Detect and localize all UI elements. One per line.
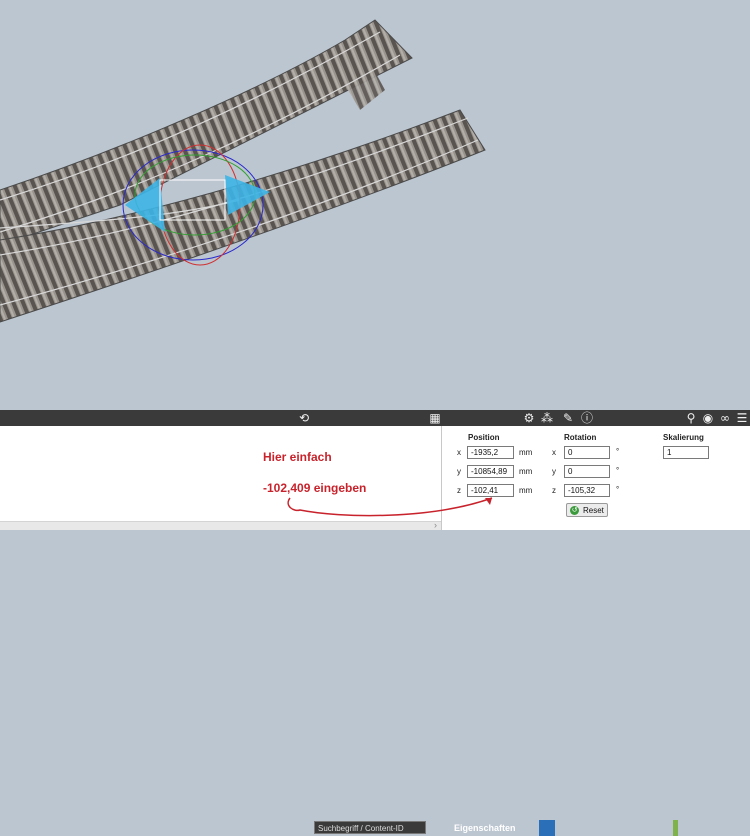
info-icon[interactable]: ⓘ (580, 410, 594, 426)
position-y-field[interactable]: -10854,89 (467, 465, 514, 478)
rotation-z-label: z (552, 486, 556, 495)
pin-icon[interactable]: ⚲ (684, 410, 698, 426)
position-z-field[interactable]: -102,41 (467, 484, 514, 497)
rotation-x-field[interactable]: 0 (564, 446, 610, 459)
tab-gizmo-active[interactable] (539, 820, 555, 836)
reset-icon: ↺ (570, 506, 579, 515)
toolbar: ⟲ Suchbegriff / Content-ID ▦ Eigenschaft… (0, 410, 750, 836)
reset-button[interactable]: ↺ Reset (566, 503, 608, 517)
position-x-label: x (457, 448, 461, 457)
rotation-y-unit: ° (616, 466, 620, 475)
scale-field[interactable]: 1 (663, 446, 709, 459)
rotation-header: Rotation (564, 433, 597, 442)
brush-icon[interactable]: ✎ (561, 410, 575, 426)
refresh-icon[interactable]: ⟲ (297, 410, 311, 426)
position-z-label: z (457, 486, 461, 495)
position-x-field[interactable]: -1935,2 (467, 446, 514, 459)
position-y-unit: mm (519, 467, 533, 476)
tab-properties[interactable]: Eigenschaften (454, 820, 516, 836)
position-z-unit: mm (519, 486, 533, 495)
rotation-z-unit: ° (616, 485, 620, 494)
search-input[interactable]: Suchbegriff / Content-ID (314, 821, 426, 834)
track-scene (0, 19, 486, 323)
gizmo-icon[interactable]: ⁂ (540, 410, 554, 426)
rotation-z-field[interactable]: -105,32 (564, 484, 610, 497)
rotation-x-label: x (552, 448, 556, 457)
position-x-unit: mm (519, 448, 533, 457)
scale-header: Skalierung (663, 433, 704, 442)
menu-icon[interactable]: ☰ (735, 410, 749, 426)
gear-icon[interactable]: ⚙ (522, 410, 536, 426)
annotation-line1: Hier einfach (263, 450, 332, 464)
rotation-x-unit: ° (616, 447, 620, 456)
panel-separator (673, 820, 678, 836)
link-icon[interactable]: ∞ (718, 410, 732, 426)
rotation-y-field[interactable]: 0 (564, 465, 610, 478)
eye-icon[interactable]: ◉ (701, 410, 715, 426)
position-header: Position (468, 433, 500, 442)
rotation-y-label: y (552, 467, 556, 476)
grid-icon[interactable]: ▦ (428, 410, 442, 426)
position-y-label: y (457, 467, 461, 476)
3d-viewport[interactable] (0, 0, 750, 410)
reset-label: Reset (583, 506, 604, 515)
